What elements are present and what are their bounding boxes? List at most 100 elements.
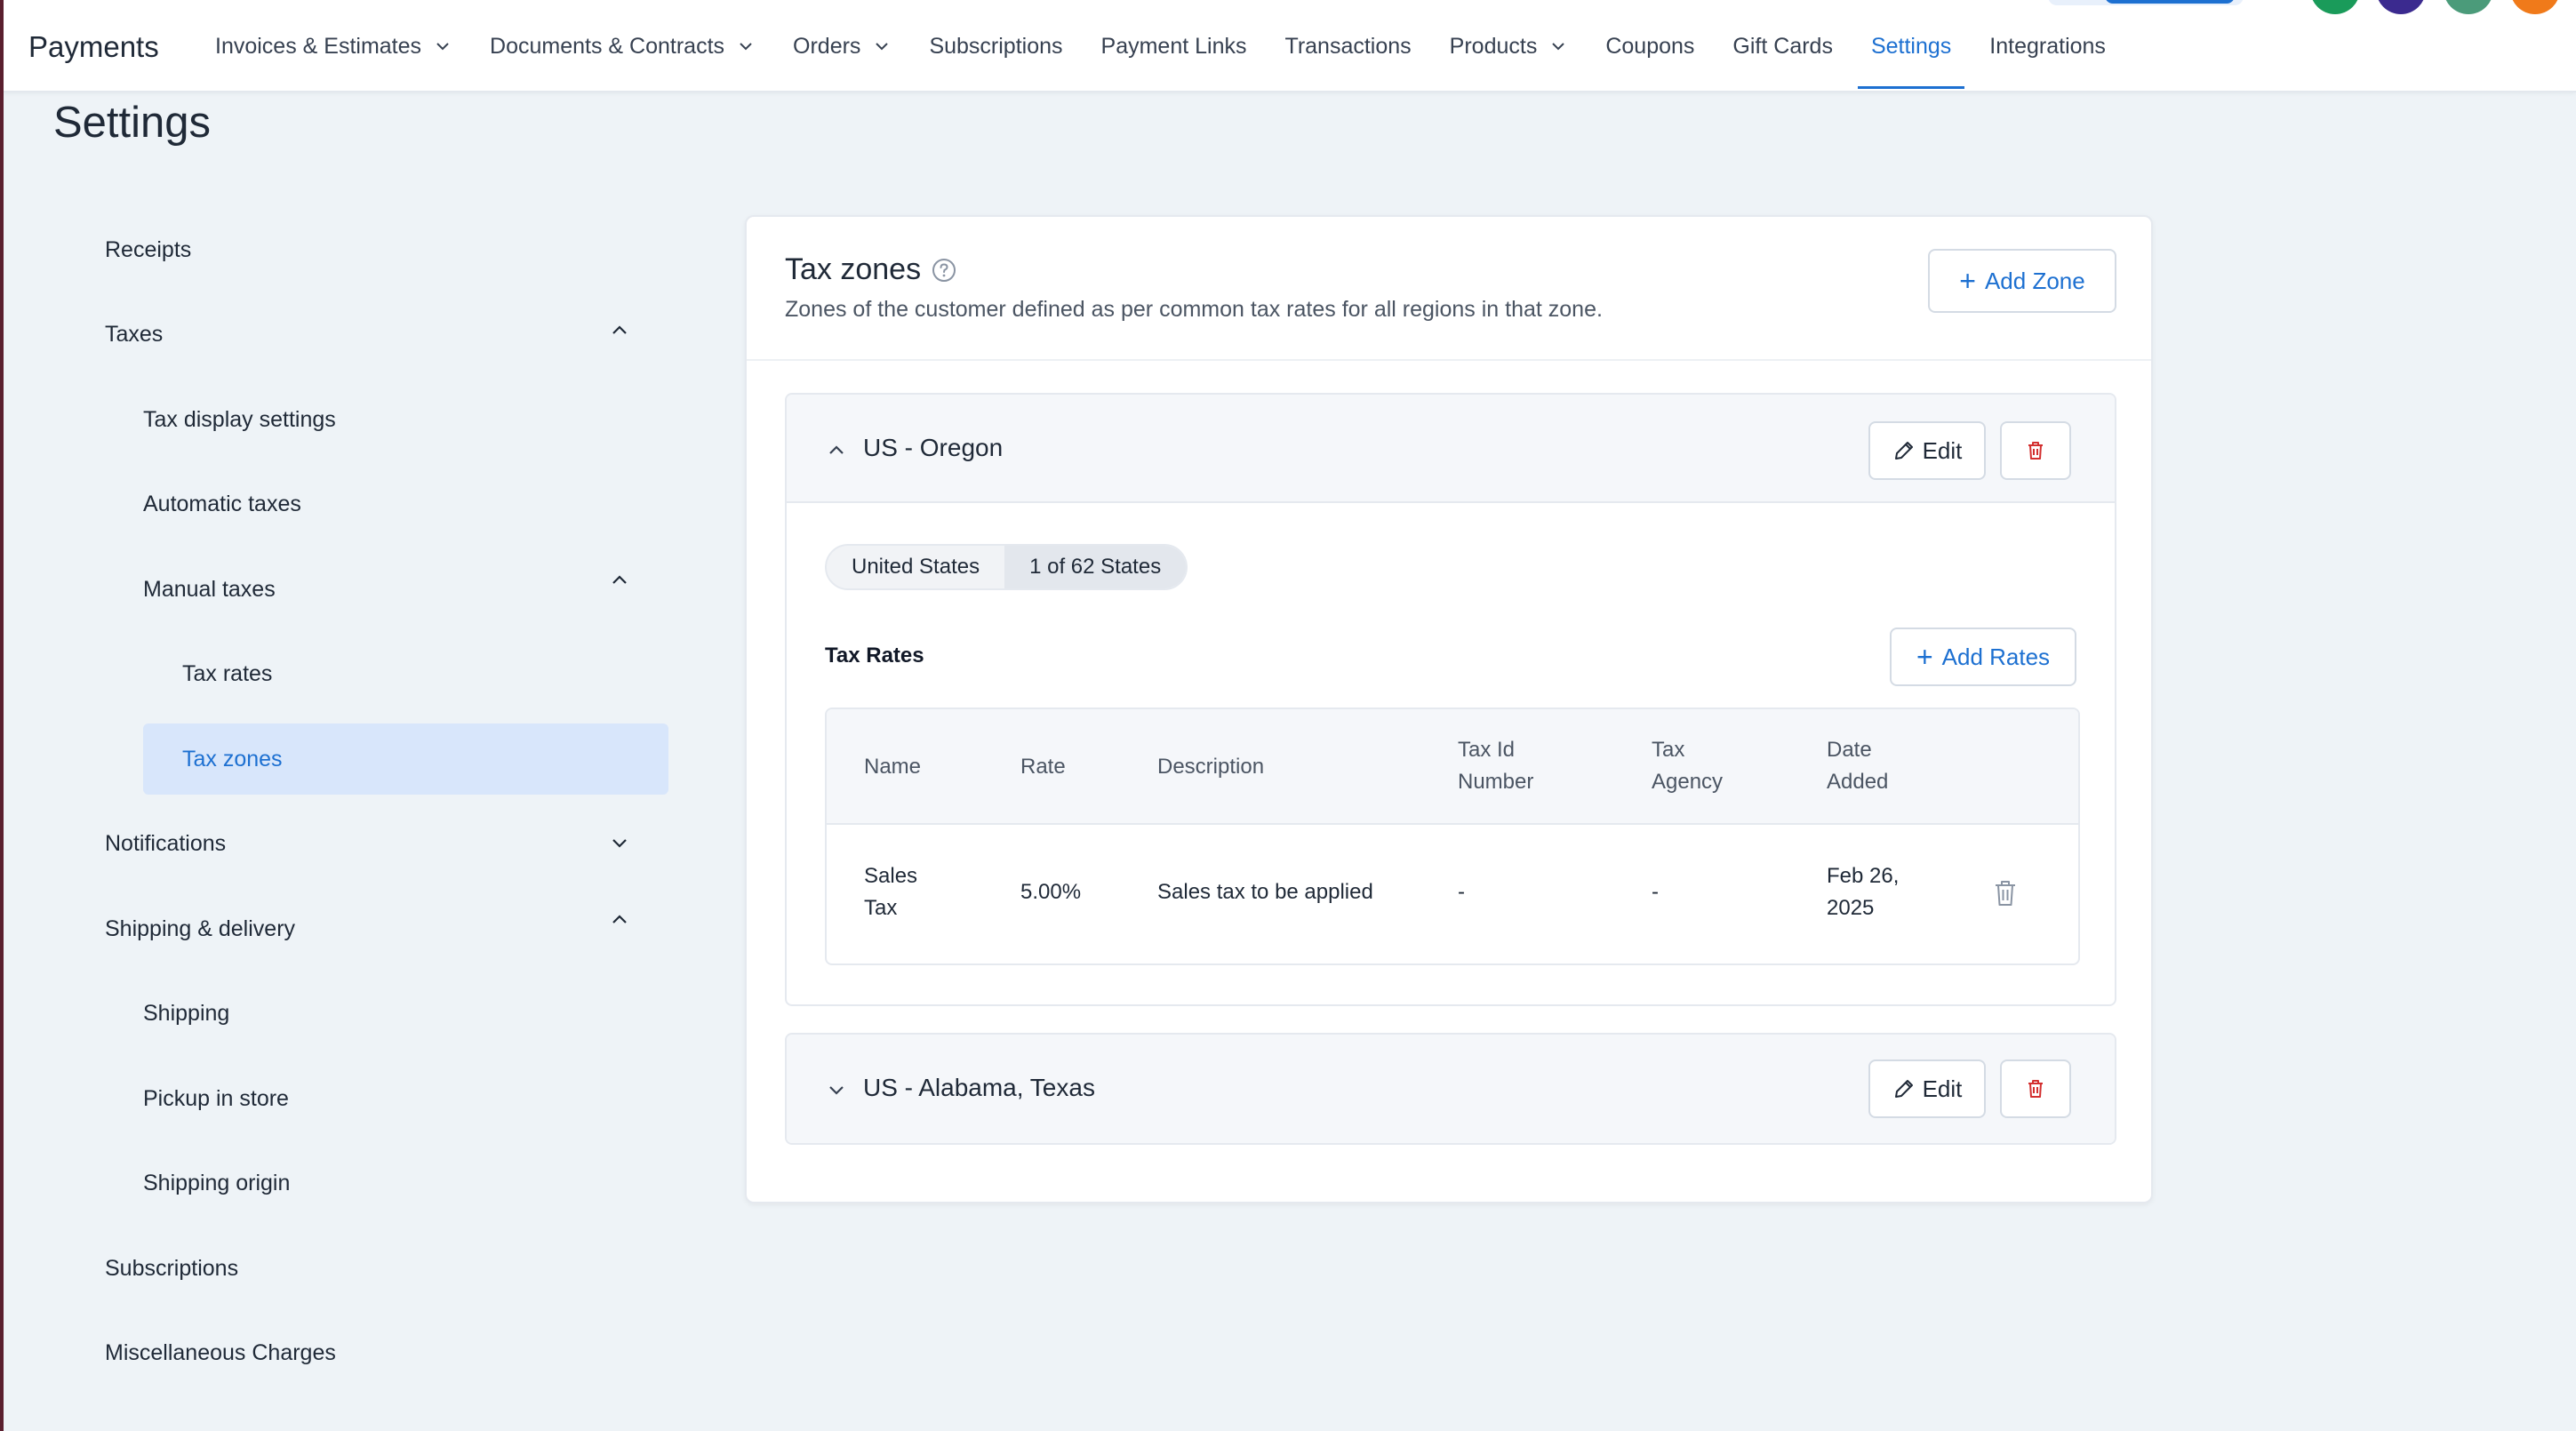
cell-description: Sales tax to be applied (1157, 880, 1373, 904)
zone-title: US - Oregon (863, 434, 1004, 461)
sidebar-item-label: Taxes (105, 321, 164, 347)
nav-label: Products (1449, 33, 1538, 59)
tax-zone-alabama-texas: US - Alabama, Texas Edit (785, 1033, 2116, 1145)
nav-subscriptions[interactable]: Subscriptions (916, 0, 1076, 92)
nav-invoices-estimates[interactable]: Invoices & Estimates (202, 0, 465, 92)
nav-label: Transactions (1284, 33, 1412, 59)
nav-integrations[interactable]: Integrations (1976, 0, 2119, 92)
sidebar-item-automatic-taxes[interactable]: Automatic taxes (143, 468, 668, 540)
nav-documents-contracts[interactable]: Documents & Contracts (476, 0, 768, 92)
sidebar-item-notifications[interactable]: Notifications (105, 808, 674, 879)
nav-transactions[interactable]: Transactions (1271, 0, 1424, 92)
avatar[interactable] (2444, 0, 2493, 14)
nav-label: Documents & Contracts (490, 33, 725, 59)
plus-icon: + (1959, 265, 1976, 297)
states-chip[interactable]: 1 of 62 States (1004, 546, 1187, 588)
sidebar-item-label: Receipts (105, 236, 192, 262)
sidebar-item-manual-taxes[interactable]: Manual taxes (143, 554, 674, 625)
column-header-rate: Rate (1020, 755, 1066, 779)
avatar[interactable] (2376, 0, 2426, 14)
nav-label: Subscriptions (929, 33, 1063, 59)
top-navigation-bar: Payments Invoices & Estimates Documents … (4, 0, 2576, 92)
nav-label: Invoices & Estimates (215, 33, 422, 59)
divider (747, 359, 2151, 361)
sidebar-item-taxes[interactable]: Taxes (105, 299, 674, 370)
sidebar-item-tax-display-settings[interactable]: Tax display settings (143, 384, 668, 455)
pencil-icon (1894, 442, 1913, 460)
sidebar-item-label: Shipping origin (143, 1170, 291, 1195)
delete-zone-button[interactable] (2000, 421, 2071, 480)
help-icon[interactable] (932, 258, 956, 283)
edit-zone-button[interactable]: Edit (1868, 1059, 1986, 1118)
sidebar-item-label: Tax zones (182, 746, 283, 771)
nav-label: Gift Cards (1732, 33, 1833, 59)
nav-label: Coupons (1605, 33, 1695, 59)
nav-orders[interactable]: Orders (780, 0, 904, 92)
add-zone-button[interactable]: + Add Zone (1928, 249, 2116, 313)
column-header-date-added: Date Added (1827, 738, 1889, 794)
sidebar-item-pickup-in-store[interactable]: Pickup in store (143, 1063, 668, 1134)
sidebar-item-receipts[interactable]: Receipts (105, 214, 674, 285)
table-header: Name Rate Description Tax Id Number Tax … (827, 709, 2078, 825)
country-chip[interactable]: United States (827, 546, 1004, 588)
page-title: Settings (53, 99, 212, 147)
header-action-button[interactable] (2048, 0, 2244, 5)
sidebar-item-label: Miscellaneous Charges (105, 1339, 336, 1365)
sidebar-item-miscellaneous-charges[interactable]: Miscellaneous Charges (105, 1317, 674, 1388)
sidebar-item-shipping-origin[interactable]: Shipping origin (143, 1147, 668, 1219)
edit-label: Edit (1922, 1075, 1963, 1102)
sidebar-item-shipping-delivery[interactable]: Shipping & delivery (105, 893, 674, 964)
nav-label: Orders (793, 33, 861, 59)
sidebar-item-label: Tax rates (182, 660, 273, 686)
sidebar-item-label: Shipping & delivery (105, 915, 296, 941)
chevron-down-icon[interactable] (826, 1079, 847, 1100)
chevron-down-icon (436, 43, 449, 51)
plus-icon: + (1916, 641, 1933, 673)
avatar[interactable] (2310, 0, 2360, 14)
sidebar-item-tax-zones[interactable]: Tax zones (143, 723, 668, 795)
sidebar-item-subscriptions[interactable]: Subscriptions (105, 1233, 674, 1304)
column-header-description: Description (1157, 755, 1265, 779)
trash-icon (2028, 442, 2043, 460)
nav-products[interactable]: Products (1436, 0, 1581, 92)
chevron-up-icon[interactable] (826, 439, 847, 460)
cell-tax-id: - (1458, 880, 1465, 904)
tax-rates-heading: Tax Rates (825, 644, 924, 668)
zone-header[interactable]: US - Alabama, Texas Edit (787, 1035, 2115, 1143)
cell-name: Sales Tax (864, 864, 918, 920)
sidebar-item-label: Automatic taxes (143, 491, 301, 516)
tax-zones-card: Tax zones Zones of the customer defined … (745, 215, 2153, 1203)
chevron-down-icon (1552, 43, 1565, 51)
nav-payment-links[interactable]: Payment Links (1088, 0, 1260, 92)
edit-zone-button[interactable]: Edit (1868, 421, 1986, 480)
chevron-down-icon (740, 43, 752, 51)
sidebar-item-shipping[interactable]: Shipping (143, 978, 668, 1049)
sidebar-item-label: Tax display settings (143, 406, 336, 432)
cell-rate: 5.00% (1020, 880, 1082, 904)
chevron-up-icon (612, 575, 627, 584)
chevron-down-icon (876, 43, 889, 51)
zone-region-chips: United States 1 of 62 States (825, 544, 1188, 590)
window-edge (0, 0, 4, 1431)
sidebar-item-label: Notifications (105, 830, 227, 856)
add-rates-button[interactable]: + Add Rates (1890, 628, 2076, 686)
delete-zone-button[interactable] (2000, 1059, 2071, 1118)
sidebar-item-label: Pickup in store (143, 1085, 289, 1111)
sidebar-item-label: Shipping (143, 1000, 230, 1026)
sidebar-item-tax-rates[interactable]: Tax rates (182, 638, 667, 709)
chevron-up-icon (612, 325, 627, 334)
trash-icon[interactable] (1991, 878, 2020, 908)
nav-gift-cards[interactable]: Gift Cards (1719, 0, 1846, 92)
sidebar-item-label: Subscriptions (105, 1255, 239, 1281)
card-title: Tax zones (785, 252, 922, 286)
pencil-icon (1894, 1080, 1913, 1098)
edit-label: Edit (1922, 436, 1963, 464)
zone-header[interactable]: US - Oregon Edit (787, 395, 2115, 503)
add-rates-label: Add Rates (1941, 643, 2051, 670)
column-header-tax-id-number: Tax Id Number (1458, 738, 1534, 794)
nav-coupons[interactable]: Coupons (1592, 0, 1708, 92)
nav-settings[interactable]: Settings (1857, 0, 1965, 92)
nav-label: Payment Links (1100, 33, 1247, 59)
trash-icon (2028, 1080, 2043, 1098)
avatar[interactable] (2510, 0, 2560, 14)
